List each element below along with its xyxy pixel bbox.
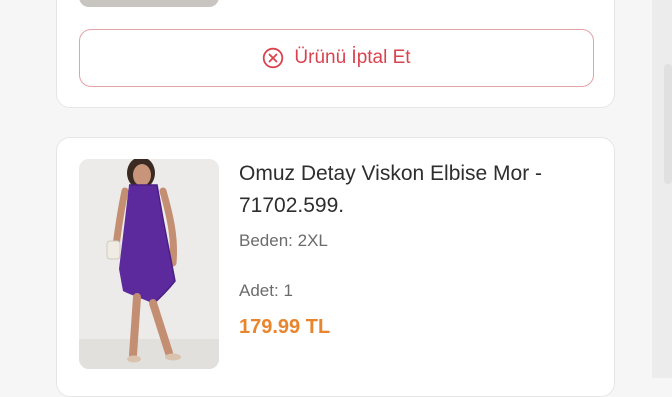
quantity-value: 1 <box>283 281 293 300</box>
order-item-card: Omuz Detay Viskon Elbise Mor - 71702.599… <box>56 137 615 397</box>
product-size: Beden: 2XL <box>239 231 328 251</box>
cancel-item-button[interactable]: Ürünü İptal Et <box>79 29 594 87</box>
order-item-card-previous: Ürünü İptal Et <box>56 0 615 108</box>
product-quantity: Adet: 1 <box>239 281 293 301</box>
scrollbar-track[interactable] <box>652 0 672 378</box>
product-image[interactable] <box>79 159 219 369</box>
close-circle-icon <box>262 47 284 69</box>
quantity-label: Adet: <box>239 281 279 300</box>
previous-product-image <box>79 0 219 7</box>
scrollbar-thumb[interactable] <box>664 64 672 184</box>
product-price: 179.99 TL <box>239 316 331 338</box>
cancel-item-label: Ürünü İptal Et <box>294 47 411 68</box>
product-title: Omuz Detay Viskon Elbise Mor - 71702.599… <box>239 162 543 217</box>
size-label: Beden: <box>239 231 293 250</box>
size-value: 2XL <box>297 231 328 250</box>
